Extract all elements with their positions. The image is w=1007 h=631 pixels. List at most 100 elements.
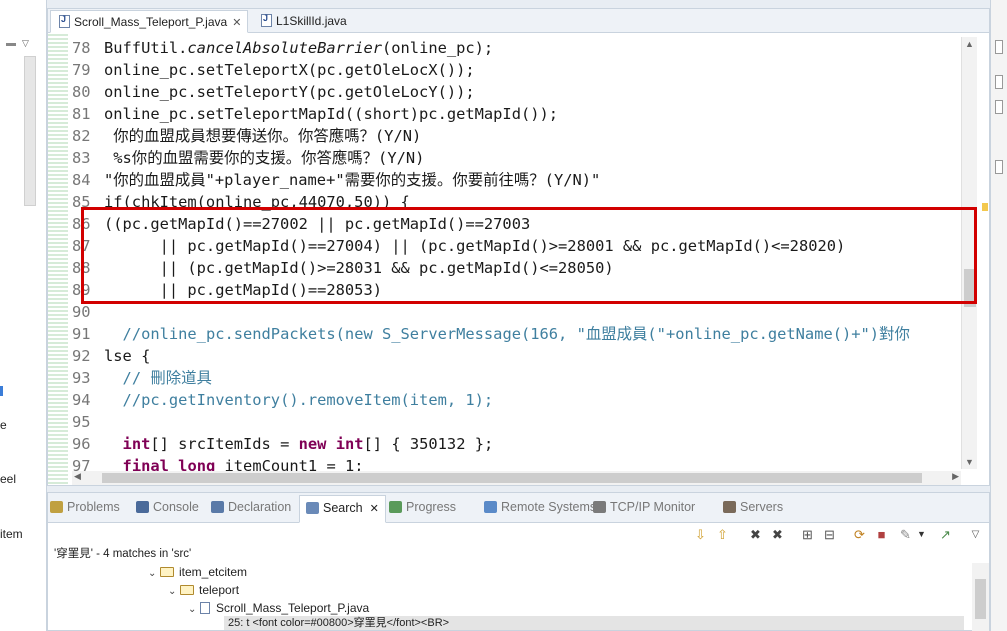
restore-icon[interactable] bbox=[995, 40, 1003, 54]
expand-all-icon[interactable]: ⊞ bbox=[800, 527, 815, 542]
tab-search[interactable]: Search ✕ bbox=[299, 495, 386, 523]
close-icon[interactable]: ✕ bbox=[232, 17, 241, 29]
view-menu-icon[interactable]: ▽ bbox=[968, 527, 983, 542]
scroll-down-icon[interactable]: ▼ bbox=[965, 457, 974, 467]
line-number: 80 bbox=[72, 83, 91, 101]
code-text: //online_pc.sendPackets(new S_ServerMess… bbox=[122, 325, 910, 343]
tab-l1skillid[interactable]: L1SkillId.java bbox=[253, 10, 353, 33]
match-line[interactable]: 25: t <font color=#00800>穿罣見</font><BR> bbox=[224, 616, 964, 630]
line-number: 84 bbox=[72, 171, 91, 189]
explorer-fragment[interactable]: e bbox=[0, 418, 7, 432]
code-line[interactable]: 95 bbox=[72, 411, 960, 433]
tree-node[interactable]: ⌄ Scroll_Mass_Teleport_P.java bbox=[188, 599, 369, 617]
selection-marker bbox=[0, 386, 3, 396]
search-history-icon[interactable]: ✎ bbox=[898, 527, 913, 542]
tab-servers[interactable]: Servers bbox=[723, 500, 783, 514]
tree-node[interactable]: ⌄ teleport bbox=[168, 581, 239, 599]
highlight-box bbox=[81, 207, 977, 304]
code-line[interactable]: 94 //pc.getInventory().removeItem(item, … bbox=[72, 389, 960, 411]
scroll-up-icon[interactable]: ▲ bbox=[965, 39, 974, 49]
next-match-icon[interactable]: ⇩ bbox=[693, 527, 708, 542]
code-text: online_pc.setTeleportY(pc.getOleLocY()); bbox=[104, 83, 475, 101]
explorer-scrollbar[interactable] bbox=[24, 56, 36, 206]
outline-icon[interactable] bbox=[995, 75, 1003, 89]
chevron-down-icon[interactable]: ▼ bbox=[914, 527, 929, 542]
editor-horizontal-scrollbar[interactable]: ◀ ▶ bbox=[72, 471, 961, 485]
code-line[interactable]: 96 int[] srcItemIds = new int[] { 350132… bbox=[72, 433, 960, 455]
chevron-down-icon[interactable]: ⌄ bbox=[188, 601, 200, 619]
code-text: //pc.getInventory().removeItem(item, 1); bbox=[122, 391, 494, 409]
code-line[interactable]: 84 "你的血盟成員"+player_name+"需要你的支援。你要前往嗎？(Y/… bbox=[72, 169, 960, 191]
code-line[interactable]: 90 bbox=[72, 301, 960, 323]
line-number: 95 bbox=[72, 413, 91, 431]
tab-tcp-ip-monitor[interactable]: TCP/IP Monitor bbox=[593, 500, 695, 514]
tree-node-label: item_etcitem bbox=[179, 565, 248, 579]
code-text: lse { bbox=[104, 347, 151, 365]
tab-label: Console bbox=[153, 500, 199, 514]
code-line[interactable]: 93 // 刪除道具 bbox=[72, 367, 960, 389]
java-file-icon bbox=[59, 14, 70, 28]
tab-console[interactable]: Console bbox=[136, 500, 199, 514]
tree-node[interactable]: ⌄ item_etcitem bbox=[148, 563, 247, 581]
code-line[interactable]: 82 你的血盟成員想要傳送你。你答應嗎？(Y/N) bbox=[72, 125, 960, 147]
task-list-icon[interactable] bbox=[995, 100, 1003, 114]
tab-label: L1SkillId.java bbox=[276, 14, 347, 28]
tab-label: Search bbox=[323, 501, 363, 515]
folder-icon bbox=[180, 585, 194, 595]
line-number: 91 bbox=[72, 325, 91, 343]
scroll-left-icon[interactable]: ◀ bbox=[74, 471, 81, 482]
pin-icon[interactable]: ↗ bbox=[938, 527, 953, 542]
tab-remote-systems[interactable]: Remote Systems bbox=[484, 500, 596, 514]
view-menu-icon[interactable]: ▽ bbox=[22, 38, 29, 49]
line-number: 92 bbox=[72, 347, 91, 365]
collapse-icon[interactable]: ▬ bbox=[6, 38, 16, 49]
code-line[interactable]: 91 //online_pc.sendPackets(new S_ServerM… bbox=[72, 323, 960, 345]
remove-all-icon[interactable]: ✖ bbox=[770, 527, 785, 542]
tab-label: Problems bbox=[67, 500, 120, 514]
line-number: 96 bbox=[72, 435, 91, 453]
tab-progress[interactable]: Progress bbox=[389, 500, 456, 514]
refresh-icon[interactable]: ⟳ bbox=[852, 527, 867, 542]
tree-node-label: teleport bbox=[199, 583, 240, 597]
line-number: 79 bbox=[72, 61, 91, 79]
code-line[interactable]: 92 lse { bbox=[72, 345, 960, 367]
tab-declaration[interactable]: Declaration bbox=[211, 500, 291, 514]
progress-icon bbox=[389, 501, 402, 513]
chevron-down-icon[interactable]: ⌄ bbox=[168, 583, 180, 601]
console-icon bbox=[136, 501, 149, 513]
explorer-fragment[interactable]: item bbox=[0, 527, 23, 541]
code-line[interactable]: 78 BuffUtil.cancelAbsoluteBarrier(online_… bbox=[72, 37, 960, 59]
code-line[interactable]: 79 online_pc.setTeleportX(pc.getOleLocX()… bbox=[72, 59, 960, 81]
remote-systems-icon bbox=[484, 501, 497, 513]
collapse-all-icon[interactable]: ⊟ bbox=[822, 527, 837, 542]
warning-marker[interactable] bbox=[982, 203, 988, 211]
line-number: 90 bbox=[72, 303, 91, 321]
package-explorer-strip: ▬ ▽ e eel item bbox=[0, 0, 47, 631]
cancel-search-icon[interactable]: ■ bbox=[874, 527, 889, 542]
code-text: %s你的血盟需要你的支援。你答應嗎？(Y/N) bbox=[104, 149, 425, 167]
previous-match-icon[interactable]: ⇧ bbox=[715, 527, 730, 542]
results-scrollbar[interactable] bbox=[972, 563, 989, 631]
scroll-thumb[interactable] bbox=[102, 473, 922, 483]
chevron-down-icon[interactable]: ⌄ bbox=[148, 565, 160, 583]
java-file-icon bbox=[261, 13, 272, 27]
explorer-fragment[interactable]: eel bbox=[0, 472, 16, 486]
line-number: 82 bbox=[72, 127, 91, 145]
scroll-thumb[interactable] bbox=[975, 579, 986, 619]
overview-ruler bbox=[979, 37, 989, 469]
code-line[interactable]: 80 online_pc.setTeleportY(pc.getOleLocY()… bbox=[72, 81, 960, 103]
close-icon[interactable]: ✕ bbox=[367, 503, 379, 515]
tab-label: Scroll_Mass_Teleport_P.java bbox=[74, 15, 228, 29]
tab-problems[interactable]: Problems bbox=[50, 500, 120, 514]
code-text: online_pc.setTeleportMapId((short)pc.get… bbox=[104, 105, 559, 123]
scroll-right-icon[interactable]: ▶ bbox=[952, 471, 959, 482]
view-icon[interactable] bbox=[995, 160, 1003, 174]
tab-label: Progress bbox=[406, 500, 457, 514]
code-line[interactable]: 81 online_pc.setTeleportMapId((short)pc.g… bbox=[72, 103, 960, 125]
tab-label: Remote Systems bbox=[501, 500, 597, 514]
tab-scroll-mass-teleport[interactable]: Scroll_Mass_Teleport_P.java ✕ bbox=[50, 10, 249, 33]
search-summary: '穿罣見' - 4 matches in 'src' bbox=[54, 548, 192, 560]
code-line[interactable]: 83 %s你的血盟需要你的支援。你答應嗎？(Y/N) bbox=[72, 147, 960, 169]
remove-match-icon[interactable]: ✖ bbox=[748, 527, 763, 542]
line-number: 81 bbox=[72, 105, 91, 123]
